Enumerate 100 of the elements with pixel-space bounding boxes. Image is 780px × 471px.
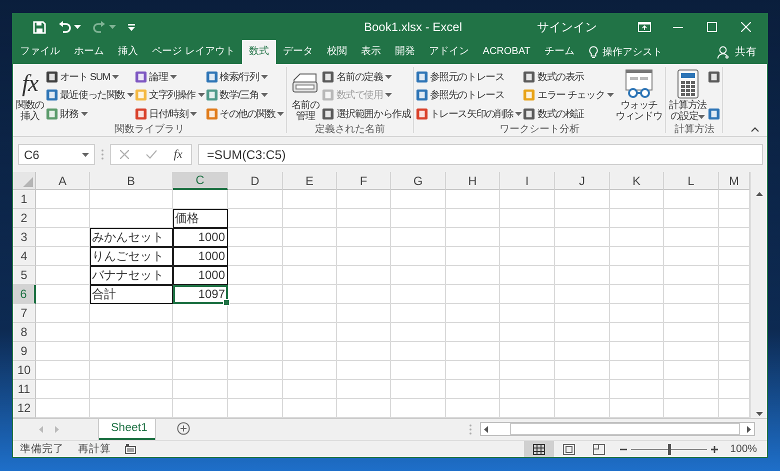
cell[interactable] <box>610 323 664 342</box>
cell[interactable] <box>228 304 283 323</box>
ribbon-tab[interactable]: ページ レイアウト <box>145 40 242 64</box>
ribbon-button[interactable]: 選択範囲から作成 <box>322 105 411 122</box>
cell[interactable] <box>228 190 283 209</box>
sign-in-link[interactable]: サインイン <box>537 18 597 36</box>
cell[interactable] <box>500 190 555 209</box>
cell[interactable] <box>337 285 391 304</box>
column-header[interactable]: I <box>500 172 555 190</box>
cell[interactable] <box>283 228 337 247</box>
cell[interactable] <box>36 342 90 361</box>
cell[interactable] <box>90 304 173 323</box>
cell[interactable] <box>664 228 719 247</box>
cell[interactable]: 合計 <box>90 285 173 304</box>
lightbulb-icon[interactable] <box>589 46 598 58</box>
cell[interactable]: 1097 <box>173 285 228 304</box>
cell[interactable] <box>555 228 610 247</box>
cell[interactable] <box>228 285 283 304</box>
cell[interactable] <box>283 380 337 399</box>
cell[interactable] <box>228 228 283 247</box>
cell[interactable] <box>446 323 500 342</box>
cell[interactable] <box>610 304 664 323</box>
cell[interactable] <box>283 285 337 304</box>
ribbon-button[interactable]: 文字列操作 <box>135 86 205 104</box>
cell[interactable] <box>36 323 90 342</box>
name-box[interactable]: C6 <box>18 144 95 165</box>
cell[interactable] <box>228 361 283 380</box>
cell[interactable] <box>337 380 391 399</box>
row-header[interactable]: 9 <box>13 342 36 361</box>
vertical-scrollbar[interactable] <box>750 172 767 418</box>
cell[interactable] <box>36 304 90 323</box>
cell[interactable]: 1000 <box>173 266 228 285</box>
ribbon-button[interactable]: 論理 <box>135 68 205 85</box>
cell[interactable] <box>337 361 391 380</box>
row-header[interactable]: 4 <box>13 247 36 266</box>
cell[interactable] <box>90 323 173 342</box>
cell[interactable] <box>337 247 391 266</box>
ribbon-button[interactable]: 数学/三角 <box>206 86 284 104</box>
cell[interactable] <box>228 247 283 266</box>
ribbon-button[interactable]: 参照元のトレース <box>416 68 522 85</box>
person-icon[interactable] <box>717 46 731 58</box>
cell[interactable] <box>391 361 446 380</box>
horizontal-scrollbar[interactable] <box>480 422 755 436</box>
cell[interactable] <box>391 209 446 228</box>
ribbon-tab[interactable]: 表示 <box>354 40 388 64</box>
cell[interactable] <box>610 228 664 247</box>
cell[interactable] <box>36 285 90 304</box>
cell[interactable] <box>664 361 719 380</box>
ribbon-tab[interactable]: ホーム <box>67 40 111 64</box>
column-header[interactable]: K <box>610 172 664 190</box>
cell[interactable] <box>391 342 446 361</box>
scroll-right-icon[interactable] <box>747 426 751 432</box>
ribbon-button[interactable]: 参照先のトレース <box>416 86 522 104</box>
cell[interactable] <box>664 323 719 342</box>
cell[interactable] <box>664 247 719 266</box>
ribbon-tab[interactable]: 挿入 <box>111 40 145 64</box>
cell[interactable] <box>500 323 555 342</box>
select-all-icon[interactable] <box>23 177 33 187</box>
cell[interactable] <box>664 266 719 285</box>
ribbon-tab[interactable]: 開発 <box>388 40 422 64</box>
cell[interactable] <box>283 304 337 323</box>
scroll-left-icon[interactable] <box>484 426 488 432</box>
ribbon-button[interactable]: 数式の表示 <box>523 68 614 85</box>
sheet-tab[interactable]: Sheet1 <box>99 419 155 440</box>
cell[interactable] <box>555 190 610 209</box>
cell[interactable] <box>173 304 228 323</box>
ribbon-button[interactable]: ウォッチ ウィンドウ <box>614 67 664 123</box>
cell[interactable] <box>391 247 446 266</box>
ribbon-tab[interactable]: アドイン <box>422 40 476 64</box>
row-header[interactable]: 3 <box>13 228 36 247</box>
cell[interactable] <box>446 209 500 228</box>
cell[interactable] <box>555 342 610 361</box>
column-header[interactable]: A <box>36 172 90 190</box>
ribbon-button[interactable]: 財務 <box>46 105 134 122</box>
cell[interactable] <box>555 361 610 380</box>
cell[interactable] <box>446 228 500 247</box>
cell[interactable]: バナナセット <box>90 266 173 285</box>
cell[interactable] <box>555 380 610 399</box>
ribbon-button[interactable]: 検索/行列 <box>206 68 284 85</box>
cell[interactable] <box>283 361 337 380</box>
column-header[interactable]: B <box>90 172 173 190</box>
cell[interactable] <box>36 247 90 266</box>
cell[interactable] <box>36 228 90 247</box>
cell[interactable] <box>500 247 555 266</box>
cell[interactable] <box>446 190 500 209</box>
ribbon-tab[interactable]: ファイル <box>13 40 67 64</box>
zoom-level[interactable]: 100% <box>730 443 757 455</box>
cell[interactable] <box>391 285 446 304</box>
cell[interactable] <box>391 380 446 399</box>
ribbon-button[interactable]: 最近使った関数 <box>46 86 134 104</box>
row-header[interactable]: 11 <box>13 380 36 399</box>
normal-view-icon[interactable] <box>533 444 546 454</box>
cell[interactable] <box>337 190 391 209</box>
cell[interactable]: 1000 <box>173 228 228 247</box>
cell[interactable] <box>228 380 283 399</box>
cell[interactable] <box>500 380 555 399</box>
ribbon-button[interactable]: fx 関数の 挿入 <box>15 67 45 123</box>
column-header[interactable]: C <box>173 172 228 190</box>
cell[interactable] <box>391 323 446 342</box>
cell[interactable] <box>228 266 283 285</box>
